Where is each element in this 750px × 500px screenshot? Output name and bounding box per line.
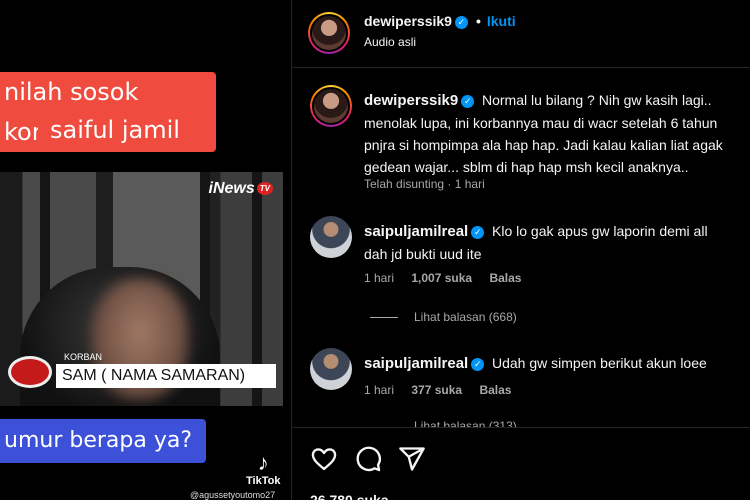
post-panel: dewiperssik9 ✓ • Ikuti Audio asli dewiperss…	[291, 0, 750, 500]
verified-icon: ✓	[471, 358, 485, 371]
comment-time[interactable]: 1 hari	[364, 271, 394, 285]
reply-button[interactable]: Balas	[479, 383, 511, 397]
caption-line: gedean wajar... sblm di hap hap msh keci…	[364, 159, 689, 175]
comment-likes[interactable]: 377 suka	[411, 383, 462, 397]
avatar[interactable]	[310, 348, 352, 390]
avatar[interactable]	[308, 12, 350, 54]
heart-icon[interactable]	[310, 445, 338, 473]
audio-link[interactable]: Audio asli	[364, 35, 416, 49]
reply-button[interactable]: Balas	[489, 271, 521, 285]
comment-body: saipuljamilreal ✓ Udah gw simpen berikut …	[364, 352, 750, 375]
tiktok-username: @agussetyoutomo27	[190, 490, 276, 500]
comment-icon[interactable]	[354, 445, 382, 473]
follow-button[interactable]: Ikuti	[487, 13, 516, 29]
header-username[interactable]: dewiperssik9	[364, 13, 452, 29]
verified-icon: ✓	[461, 95, 475, 108]
lower-third: KORBAN SAM ( NAMA SAMARAN)	[0, 348, 283, 392]
post-header: dewiperssik9 ✓ • Ikuti Audio asli	[292, 0, 750, 68]
lower-third-label: KORBAN	[64, 352, 103, 362]
channel-logo-badge: TV	[256, 182, 273, 196]
caption-line: pnjra si hompimpa ala hap hap. Jadi kala…	[364, 137, 723, 153]
verified-icon: ✓	[454, 16, 468, 29]
separator-dot: •	[475, 13, 481, 29]
action-bar: 26,780 suka	[292, 427, 750, 500]
comment-username[interactable]: saipuljamilreal	[364, 355, 468, 372]
likes-count[interactable]: 26,780 suka	[310, 492, 389, 500]
comment-meta: 1 hari 1,007 suka Balas	[364, 271, 535, 285]
comment-line: dah jd bukti uud ite	[364, 246, 482, 262]
comment-time[interactable]: 1 hari	[364, 383, 394, 397]
comment-line: Klo lo gak apus gw laporin demi all	[492, 223, 708, 239]
avatar[interactable]	[310, 85, 352, 127]
news-logo-icon	[8, 356, 52, 388]
comment-likes[interactable]: 1,007 suka	[411, 271, 472, 285]
avatar[interactable]	[310, 216, 352, 258]
share-icon[interactable]	[398, 445, 426, 473]
caption-line: Normal lu bilang ? Nih gw kasih lagi..	[482, 92, 712, 108]
tiktok-icon: ♪	[257, 450, 269, 475]
caption-overlay-bottom: umur berapa ya?	[0, 419, 206, 463]
tiktok-watermark: ♪ TikTok	[246, 450, 281, 488]
channel-logo: iNews TV	[209, 180, 273, 198]
tiktok-label: TikTok	[246, 475, 281, 487]
lower-third-name: SAM ( NAMA SAMARAN)	[56, 364, 276, 388]
comment-line: Udah gw simpen berikut akun loee	[492, 355, 707, 371]
comment-username[interactable]: saipuljamilreal	[364, 223, 468, 240]
caption-line: menolak lupa, ini korbannya mau di wacr …	[364, 115, 718, 131]
view-replies-button[interactable]: Lihat balasan (668)	[370, 310, 517, 324]
video-player[interactable]: nilah sosok korban saiful jamil iNewsTV …	[0, 0, 291, 500]
caption-body: dewiperssik9 ✓ Normal lu bilang ? Nih gw …	[364, 89, 750, 178]
comment-meta: 1 hari 377 suka Balas	[364, 383, 525, 397]
verified-icon: ✓	[471, 226, 485, 239]
caption-meta: Telah disunting · 1 hari	[364, 177, 485, 191]
caption-top-line2: saiful jamil	[38, 110, 192, 150]
caption-username[interactable]: dewiperssik9	[364, 92, 458, 109]
header-username-row: dewiperssik9 ✓ • Ikuti	[364, 13, 516, 29]
comment-body: saipuljamilreal ✓ Klo lo gak apus gw lapo…	[364, 220, 750, 265]
caption-overlay-top: nilah sosok korban saiful jamil	[0, 72, 216, 152]
